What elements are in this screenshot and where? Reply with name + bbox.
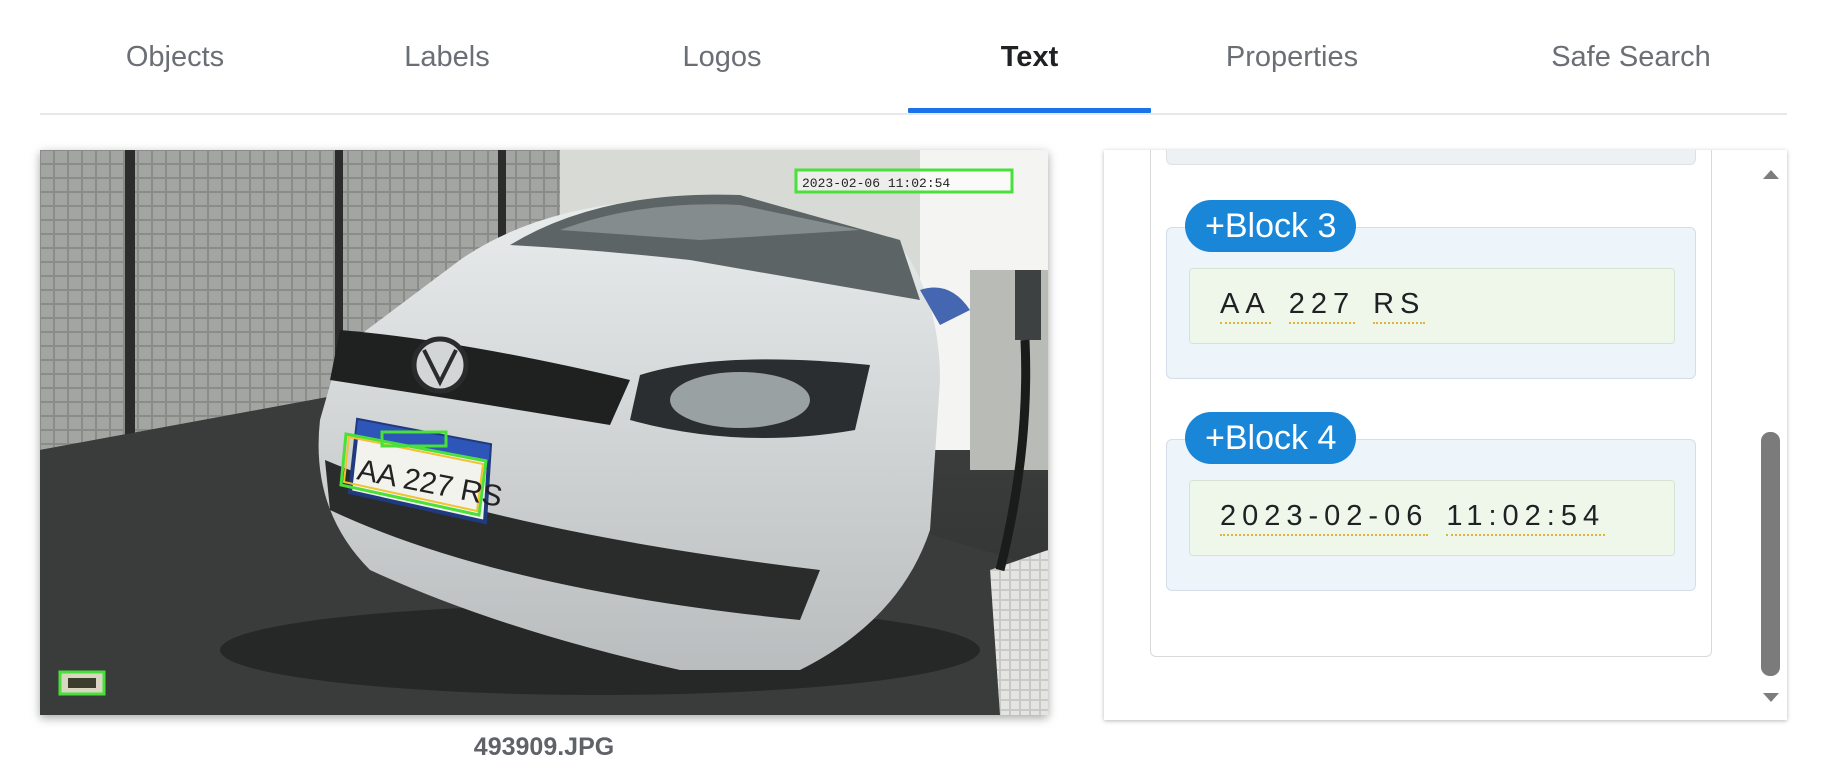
text-block-4: +Block 4 2023-02-06 11:02:54 bbox=[1166, 412, 1696, 591]
tab-text[interactable]: Text bbox=[908, 0, 1151, 115]
word: 11:02:54 bbox=[1446, 500, 1606, 536]
previous-block bbox=[1166, 150, 1696, 165]
tab-labels[interactable]: Labels bbox=[372, 0, 522, 115]
svg-text:2023-02-06 11:02:54: 2023-02-06 11:02:54 bbox=[802, 176, 950, 191]
word: AA bbox=[1220, 288, 1271, 324]
tab-objects[interactable]: Objects bbox=[89, 0, 261, 115]
word: 227 bbox=[1288, 288, 1356, 324]
analyzed-image: AA 227 RS 2023-02-06 11:02:54 bbox=[40, 150, 1048, 715]
text-results-panel: +Block 3 AA 227 RS +Block 4 2023-02-06 1… bbox=[1104, 150, 1787, 720]
block-4-text: 2023-02-06 11:02:54 bbox=[1189, 480, 1675, 556]
scroll-down-arrow-icon[interactable] bbox=[1763, 693, 1779, 702]
car-photo: AA 227 RS 2023-02-06 11:02:54 bbox=[40, 150, 1048, 715]
tab-logos[interactable]: Logos bbox=[647, 0, 797, 115]
block-3-chip[interactable]: +Block 3 bbox=[1185, 200, 1357, 252]
word: 2023-02-06 bbox=[1220, 500, 1429, 536]
text-block-3: +Block 3 AA 227 RS bbox=[1166, 200, 1696, 379]
scrollbar-thumb[interactable] bbox=[1761, 432, 1780, 676]
tab-safe-search[interactable]: Safe Search bbox=[1510, 0, 1752, 115]
image-filename: 493909.JPG bbox=[473, 733, 615, 761]
word: RS bbox=[1373, 288, 1426, 324]
scroll-up-arrow-icon[interactable] bbox=[1763, 170, 1779, 179]
block-3-text: AA 227 RS bbox=[1189, 268, 1675, 344]
active-tab-indicator bbox=[908, 108, 1151, 113]
block-4-chip[interactable]: +Block 4 bbox=[1185, 412, 1357, 464]
tab-bar: Objects Labels Logos Text Properties Saf… bbox=[40, 0, 1787, 115]
tab-properties[interactable]: Properties bbox=[1186, 0, 1398, 115]
